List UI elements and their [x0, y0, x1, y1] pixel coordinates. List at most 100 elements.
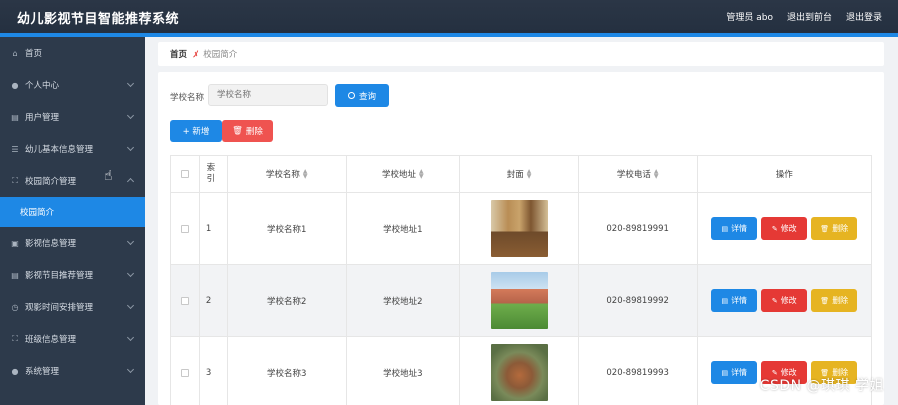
- sidebar-item-child-info[interactable]: ☰ 幼儿基本信息管理: [0, 133, 145, 165]
- search-label: 学校名称: [170, 93, 205, 103]
- cover-image[interactable]: [490, 344, 548, 401]
- school-table: 索引 学校名称 ▲▼ 学校地址 ▲▼ 封面 ▲▼ 学校电话 ▲▼ 操作: [170, 155, 872, 405]
- batch-delete-label: 删除: [245, 127, 263, 137]
- sidebar-subitem-label: 校园简介: [20, 208, 55, 218]
- select-all-checkbox[interactable]: [180, 170, 189, 178]
- delete-label: 删除: [832, 224, 849, 233]
- sidebar-item-label: 首页: [25, 49, 43, 59]
- trash-icon: 🗑: [820, 296, 830, 305]
- chevron-down-icon: [126, 333, 135, 342]
- row-index: 2: [200, 265, 228, 336]
- add-button-label: + 新增: [182, 127, 210, 137]
- sidebar-item-video-info[interactable]: ▣ 影视信息管理: [0, 227, 145, 259]
- school-name-search-input[interactable]: [208, 84, 328, 106]
- sidebar-item-system[interactable]: ● 系统管理: [0, 355, 145, 387]
- column-header-index: 索引: [206, 163, 216, 184]
- chevron-down-icon: [126, 79, 135, 88]
- admin-user-label[interactable]: 管理员 abo: [726, 10, 773, 23]
- delete-button[interactable]: 🗑 删除: [811, 289, 858, 312]
- logout-link[interactable]: 退出登录: [846, 10, 882, 23]
- row-index: 3: [200, 337, 228, 405]
- column-header-actions: 操作: [775, 170, 793, 180]
- clipboard-icon: ▤: [11, 112, 19, 122]
- row-school-address: 学校地址3: [347, 337, 461, 405]
- row-school-phone: 020-89819993: [579, 337, 698, 405]
- row-school-name: 学校名称1: [228, 193, 347, 264]
- row-checkbox[interactable]: [180, 224, 189, 233]
- row-checkbox[interactable]: [180, 368, 189, 377]
- detail-label: 详情: [731, 296, 748, 305]
- cover-image[interactable]: [490, 272, 548, 329]
- document-icon: ▤: [721, 224, 729, 233]
- detail-button[interactable]: ▤ 详情: [711, 361, 758, 384]
- column-header-cover-sortable[interactable]: 封面 ▲ ▼: [460, 156, 579, 192]
- detail-button[interactable]: ▤ 详情: [711, 289, 758, 312]
- search-button-label: 查询: [358, 91, 376, 102]
- chevron-down-icon: [126, 301, 135, 310]
- sidebar-item-recommend[interactable]: ▤ 影视节目推荐管理: [0, 259, 145, 291]
- delete-label: 删除: [832, 296, 849, 305]
- column-header-phone: 学校电话: [616, 170, 651, 180]
- list-icon: ☰: [11, 144, 19, 154]
- edit-label: 修改: [780, 296, 797, 305]
- edit-button[interactable]: ✎ 修改: [761, 289, 808, 312]
- column-header-address-sortable[interactable]: 学校地址 ▲ ▼: [347, 156, 461, 192]
- row-school-phone: 020-89819992: [579, 265, 698, 336]
- sidebar-item-home[interactable]: ⌂ 首页: [0, 37, 145, 69]
- edit-button[interactable]: ✎ 修改: [761, 217, 808, 240]
- clipboard-icon: ▤: [11, 270, 19, 280]
- sidebar-item-label: 校园简介管理: [25, 177, 77, 187]
- sidebar-subitem-campus-intro[interactable]: 校园简介: [0, 197, 145, 227]
- row-checkbox[interactable]: [180, 296, 189, 305]
- column-header-address: 学校地址: [382, 170, 417, 180]
- row-school-name: 学校名称3: [228, 337, 347, 405]
- sidebar-item-class-info[interactable]: ⛶ 班级信息管理: [0, 323, 145, 355]
- chevron-up-icon: [126, 177, 135, 186]
- pin-icon: ●: [11, 366, 19, 376]
- sidebar-item-profile[interactable]: ● 个人中心: [0, 69, 145, 101]
- chevron-down-icon: [126, 237, 135, 246]
- pencil-icon: ✎: [771, 296, 778, 305]
- add-button[interactable]: + 新增: [170, 120, 222, 142]
- frame-icon: ⛶: [12, 334, 18, 343]
- detail-button[interactable]: ▤ 详情: [711, 217, 758, 240]
- search-button[interactable]: 查询: [335, 84, 389, 107]
- breadcrumb: 首页 ﾒ 校园简介: [158, 42, 884, 66]
- top-header: 幼儿影视节目智能推荐系统 管理员 abo 退出到前台 退出登录: [0, 0, 898, 33]
- batch-delete-button[interactable]: 🗑 删除: [222, 120, 273, 142]
- sidebar: ⌂ 首页 ● 个人中心 ▤ 用户管理 ☰ 幼儿基本信息管理 ⛶ 校园简介管理 校…: [0, 37, 145, 405]
- table-row: 2 学校名称2 学校地址2 020-89819992 ▤ 详情 ✎ 修改 🗑 删除: [171, 265, 871, 337]
- mouse-pointer-icon: ☝: [104, 168, 113, 184]
- column-header-cover: 封面: [506, 170, 524, 180]
- sidebar-item-label: 系统管理: [25, 367, 60, 377]
- frame-icon: ⛶: [12, 176, 18, 185]
- row-school-address: 学校地址2: [347, 265, 461, 336]
- sidebar-item-campus-intro[interactable]: ⛶ 校园简介管理: [0, 165, 145, 197]
- sidebar-item-label: 班级信息管理: [25, 335, 77, 345]
- sidebar-item-users[interactable]: ▤ 用户管理: [0, 101, 145, 133]
- breadcrumb-home[interactable]: 首页: [170, 48, 187, 60]
- table-header-row: 索引 学校名称 ▲ ▼ 学校地址 ▲ ▼ 封面 ▲ ▼ 学校电话 ▲ ▼ 操作: [171, 156, 871, 193]
- search-icon: [347, 92, 355, 99]
- sidebar-item-label: 影视节目推荐管理: [25, 271, 94, 281]
- row-index: 1: [200, 193, 228, 264]
- back-to-front-link[interactable]: 退出到前台: [787, 10, 832, 23]
- column-header-name-sortable[interactable]: 学校名称 ▲ ▼: [228, 156, 347, 192]
- row-school-address: 学校地址1: [347, 193, 461, 264]
- sidebar-item-label: 个人中心: [25, 81, 60, 91]
- app-title: 幼儿影视节目智能推荐系统: [17, 12, 180, 27]
- cover-image[interactable]: [490, 200, 548, 257]
- breadcrumb-current: 校园简介: [203, 50, 238, 60]
- delete-button[interactable]: 🗑 删除: [811, 217, 858, 240]
- sidebar-item-schedule[interactable]: ◷ 观影时间安排管理: [0, 291, 145, 323]
- edit-label: 修改: [780, 224, 797, 233]
- column-header-phone-sortable[interactable]: 学校电话 ▲ ▼: [579, 156, 698, 192]
- csdn-watermark: CSDN @琪琪 学姐: [759, 378, 884, 394]
- document-icon: ▤: [721, 368, 729, 377]
- chevron-down-icon: [126, 365, 135, 374]
- breadcrumb-separator-icon: ﾒ: [193, 50, 198, 60]
- main-panel: 学校名称 查询 + 新增 🗑 删除 索引 学校名称 ▲▼ 学校地址 ▲▼ 封面 …: [158, 72, 884, 405]
- chevron-down-icon: [126, 111, 135, 120]
- sort-icon: ▲ ▼: [302, 168, 308, 180]
- detail-label: 详情: [731, 368, 748, 377]
